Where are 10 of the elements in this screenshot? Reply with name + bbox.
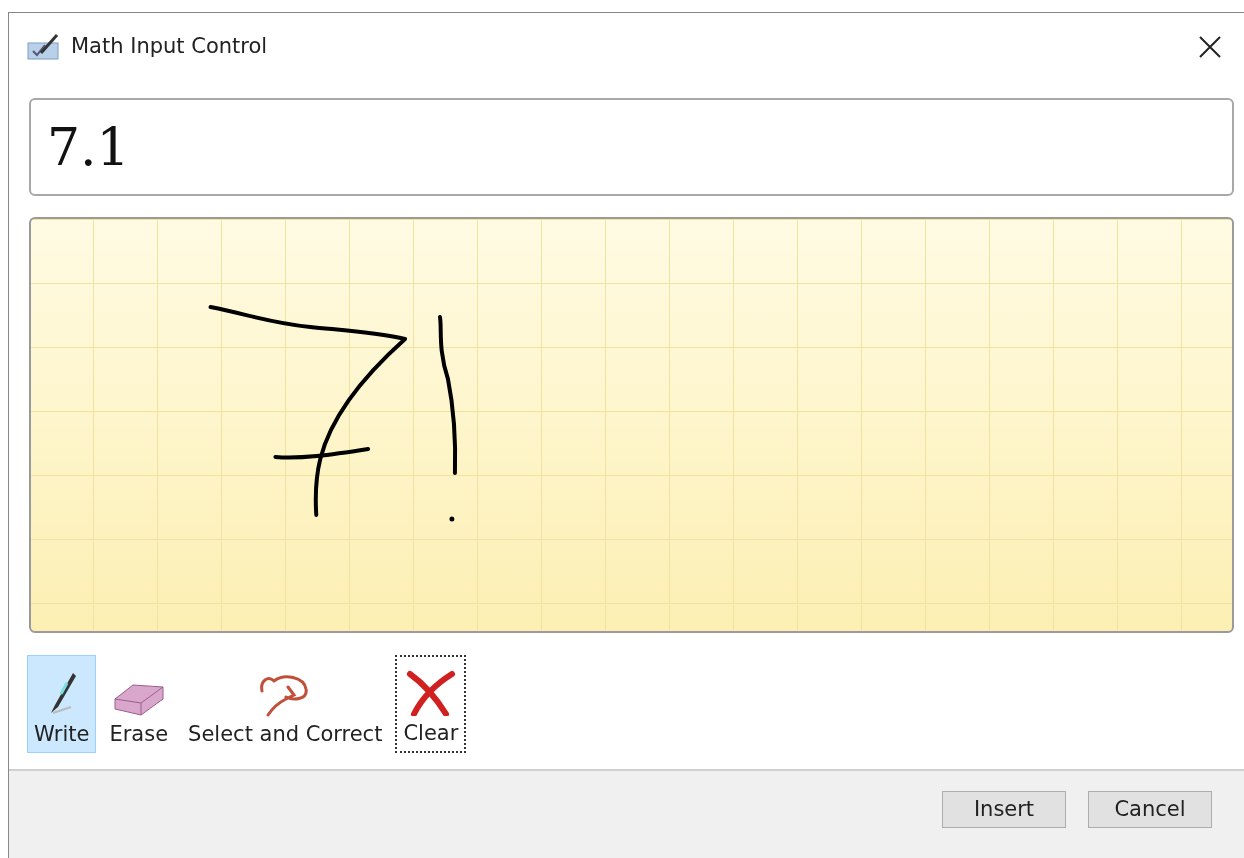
tool-button[interactable]: Write xyxy=(27,655,97,753)
cross-icon xyxy=(405,669,456,716)
tool-button[interactable]: Erase xyxy=(102,655,176,753)
dialog-button[interactable]: Insert xyxy=(942,791,1066,828)
app-icon xyxy=(27,32,61,61)
tool-button[interactable]: Select and Correct xyxy=(181,655,390,753)
tool-button[interactable]: Clear xyxy=(395,655,467,753)
window-title: Math Input Control xyxy=(71,32,268,60)
result-preview: 7.1 xyxy=(29,98,1234,196)
dialog-button[interactable]: Cancel xyxy=(1088,791,1212,828)
